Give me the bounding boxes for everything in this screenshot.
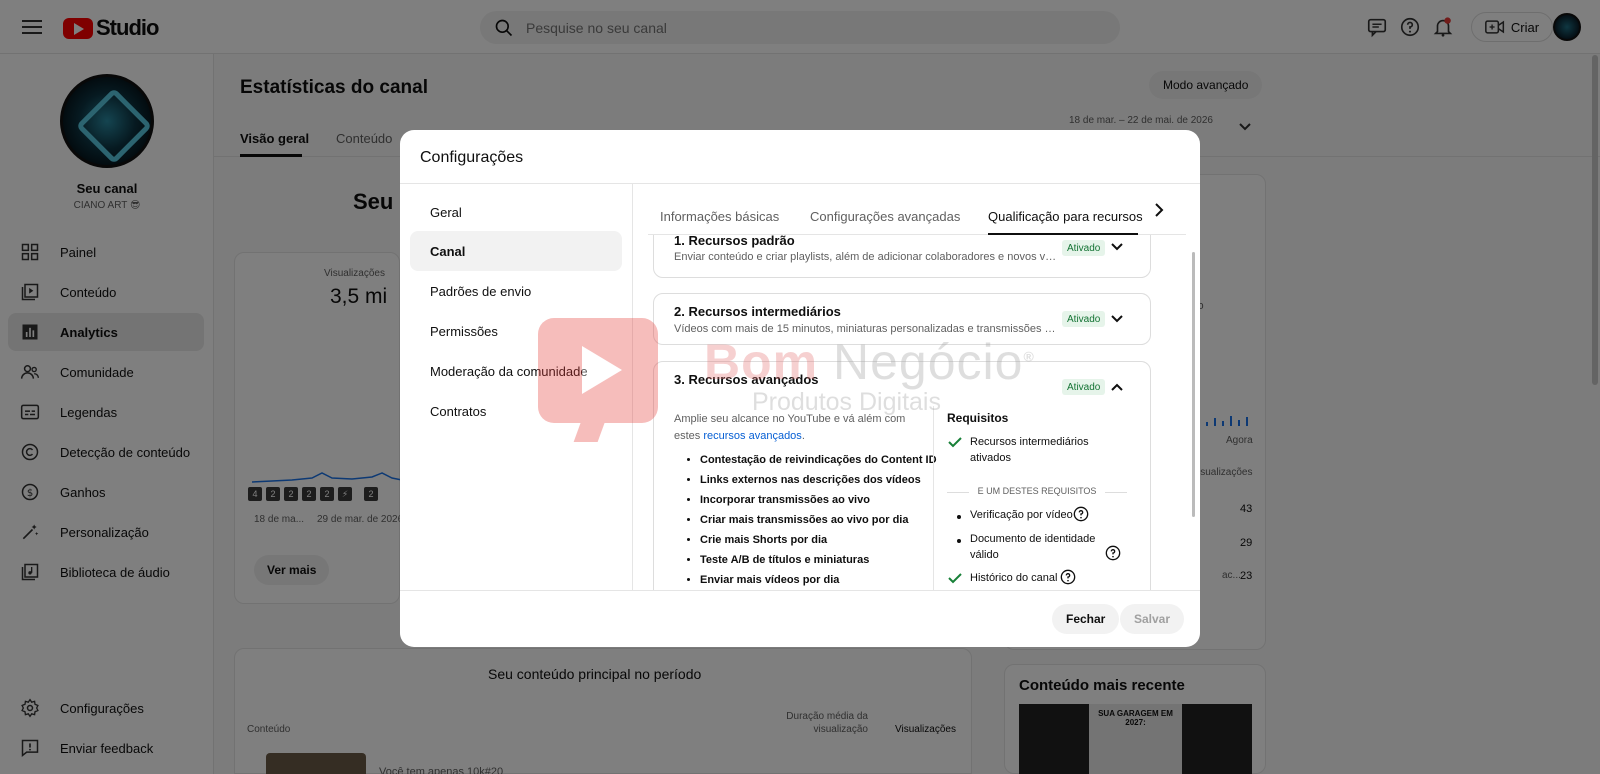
bullet (957, 515, 961, 519)
section-description: Enviar conteúdo e criar playlists, além … (674, 251, 1059, 263)
chevron-right-icon[interactable] (1152, 202, 1166, 218)
section-title: 3. Recursos avançados (674, 372, 819, 387)
status-badge: Ativado (1062, 379, 1106, 395)
requirement-option: Histórico do canal (970, 572, 1058, 584)
dialog-scrollbar[interactable] (1192, 252, 1195, 517)
checkmark-icon (948, 437, 962, 448)
dialog-title: Configurações (420, 149, 524, 166)
chevron-up-icon[interactable] (1110, 382, 1124, 392)
settings-nav-canal[interactable]: Canal (410, 231, 622, 271)
settings-nav-geral[interactable]: Geral (410, 192, 622, 232)
section-recursos-padrao[interactable]: 1. Recursos padrão Enviar conteúdo e cri… (653, 235, 1151, 278)
tab-informacoes-basicas[interactable]: Informações básicas (660, 209, 779, 224)
settings-nav-padroes-envio[interactable]: Padrões de envio (410, 271, 622, 311)
requirement-option: Verificação por vídeo (970, 509, 1073, 521)
requirements-divider (933, 406, 934, 590)
settings-nav-contratos[interactable]: Contratos (410, 391, 622, 431)
advanced-features-list: Contestação de reivindicações do Content… (700, 454, 937, 590)
chevron-down-icon[interactable] (1110, 314, 1124, 324)
section-description: Vídeos com mais de 15 minutos, miniatura… (674, 323, 1059, 335)
advanced-features-link[interactable]: recursos avançados (703, 430, 801, 442)
section-title: 2. Recursos intermediários (674, 304, 841, 319)
dialog-divider (400, 183, 1200, 184)
settings-dialog: Configurações Geral Canal Padrões de env… (400, 130, 1200, 647)
chevron-down-icon[interactable] (1110, 242, 1124, 252)
status-badge: Ativado (1062, 240, 1106, 256)
eligibility-content: 1. Recursos padrão Enviar conteúdo e cri… (633, 235, 1188, 590)
settings-nav-moderacao[interactable]: Moderação da comunidade (410, 351, 622, 391)
help-icon[interactable] (1073, 506, 1089, 522)
close-button[interactable]: Fechar (1052, 604, 1120, 634)
requirements-separator: E UM DESTES REQUISITOS (947, 486, 1127, 496)
status-badge: Ativado (1062, 311, 1106, 327)
requirements-title: Requisitos (947, 411, 1009, 425)
help-icon[interactable] (1060, 569, 1076, 585)
help-icon[interactable] (1105, 545, 1121, 561)
dialog-footer-divider (400, 590, 1200, 591)
feature-item: Enviar mais vídeos por dia (700, 574, 937, 590)
feature-item: Teste A/B de títulos e miniaturas (700, 554, 937, 574)
save-button[interactable]: Salvar (1120, 604, 1185, 634)
feature-item: Incorporar transmissões ao vivo (700, 494, 937, 514)
section-title: 1. Recursos padrão (674, 235, 795, 248)
section-recursos-intermediarios[interactable]: 2. Recursos intermediários Vídeos com ma… (653, 293, 1151, 345)
advanced-intro-end: . (801, 430, 805, 442)
requirement-met: Recursos intermediários ativados (970, 436, 1089, 464)
advanced-intro: Amplie seu alcance no YouTube e vá além … (674, 411, 924, 445)
tab-qualificacao-recursos[interactable]: Qualificação para recursos (988, 209, 1143, 224)
feature-item: Criar mais transmissões ao vivo por dia (700, 514, 937, 534)
bullet (957, 539, 961, 543)
section-recursos-avancados[interactable]: 3. Recursos avançados Ativado Amplie seu… (653, 361, 1151, 590)
feature-item: Links externos nas descrições dos vídeos (700, 474, 937, 494)
feature-item: Crie mais Shorts por dia (700, 534, 937, 554)
feature-item: Contestação de reivindicações do Content… (700, 454, 937, 474)
requirement-option: Documento de identidade válido (970, 533, 1096, 561)
settings-nav-permissoes[interactable]: Permissões (410, 311, 622, 351)
tab-configuracoes-avancadas[interactable]: Configurações avançadas (810, 209, 960, 224)
checkmark-icon (948, 573, 962, 584)
